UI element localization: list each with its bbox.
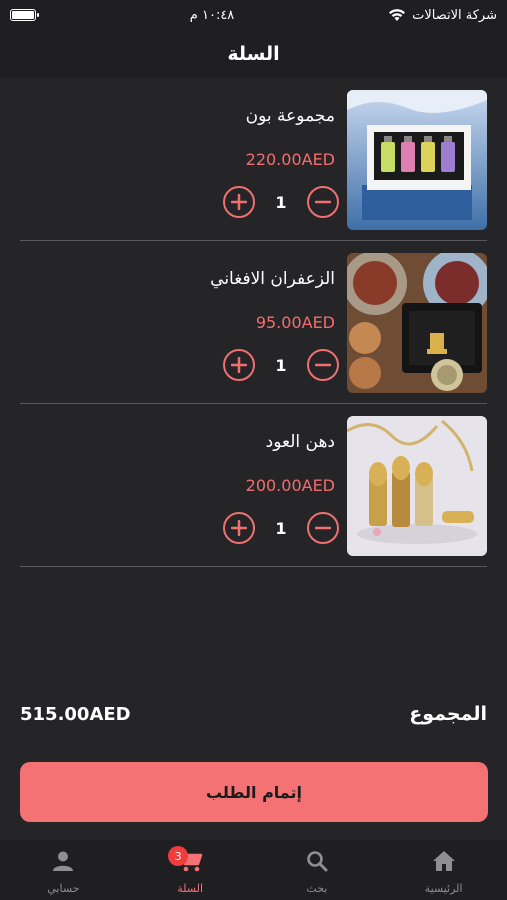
- minus-icon: [315, 200, 331, 204]
- page-header: السلة: [0, 30, 507, 78]
- carrier-name: شركة الاتصالات: [412, 7, 497, 23]
- person-icon: [52, 848, 74, 874]
- status-bar: ١٠:٤٨ م شركة الاتصالات: [0, 0, 507, 30]
- quantity-stepper: 1: [223, 512, 339, 544]
- tab-label: السلة: [177, 882, 203, 895]
- increase-quantity-button[interactable]: [223, 512, 255, 544]
- tab-bar: حسابي 3 السلة بحث الرئيسية: [0, 840, 507, 900]
- product-price: 220.00AED: [245, 150, 335, 169]
- search-icon: [306, 848, 328, 874]
- tab-label: حسابي: [47, 882, 80, 895]
- product-price: 200.00AED: [245, 476, 335, 495]
- quantity-value: 1: [275, 518, 287, 538]
- tab-account[interactable]: حسابي: [0, 840, 127, 900]
- minus-icon: [315, 363, 331, 367]
- plus-icon: [231, 194, 247, 210]
- cart-item: الزعفران الافغاني 95.00AED 1: [0, 241, 507, 404]
- product-image-perfume-box[interactable]: [347, 90, 487, 230]
- cart-list: مجموعة بون 220.00AED 1 الزعفران الافغاني…: [0, 78, 507, 567]
- carrier-info: شركة الاتصالات: [388, 8, 497, 23]
- quantity-stepper: 1: [223, 349, 339, 381]
- minus-icon: [315, 526, 331, 530]
- increase-quantity-button[interactable]: [223, 349, 255, 381]
- status-time: ١٠:٤٨ م: [189, 7, 235, 23]
- cart-item: مجموعة بون 220.00AED 1: [0, 78, 507, 241]
- plus-icon: [231, 520, 247, 536]
- tab-home[interactable]: الرئيسية: [380, 840, 507, 900]
- product-price: 95.00AED: [255, 313, 335, 332]
- tab-label: الرئيسية: [424, 882, 463, 895]
- decrease-quantity-button[interactable]: [307, 349, 339, 381]
- quantity-stepper: 1: [223, 186, 339, 218]
- increase-quantity-button[interactable]: [223, 186, 255, 218]
- total-row: 515.00AED المجموع: [20, 703, 487, 725]
- home-icon: [432, 848, 456, 874]
- product-image-oud-oil[interactable]: [347, 416, 487, 556]
- product-name: الزعفران الافغاني: [210, 269, 335, 289]
- quantity-value: 1: [275, 355, 287, 375]
- tab-search[interactable]: بحث: [254, 840, 381, 900]
- total-value: 515.00AED: [20, 703, 131, 725]
- product-name: مجموعة بون: [245, 106, 335, 126]
- total-label: المجموع: [409, 703, 487, 725]
- decrease-quantity-button[interactable]: [307, 512, 339, 544]
- decrease-quantity-button[interactable]: [307, 186, 339, 218]
- cart-item: دهن العود 200.00AED 1: [0, 404, 507, 567]
- product-image-saffron[interactable]: [347, 253, 487, 393]
- cart-count-badge: 3: [168, 846, 189, 866]
- page-title: السلة: [227, 43, 280, 65]
- divider: [20, 566, 487, 567]
- tab-label: بحث: [306, 882, 328, 895]
- battery-icon: [10, 9, 39, 21]
- tab-cart[interactable]: 3 السلة: [127, 840, 254, 900]
- plus-icon: [231, 357, 247, 373]
- checkout-button[interactable]: إتمام الطلب: [20, 762, 488, 822]
- wifi-icon: [389, 9, 406, 21]
- quantity-value: 1: [275, 192, 287, 212]
- product-name: دهن العود: [265, 432, 335, 452]
